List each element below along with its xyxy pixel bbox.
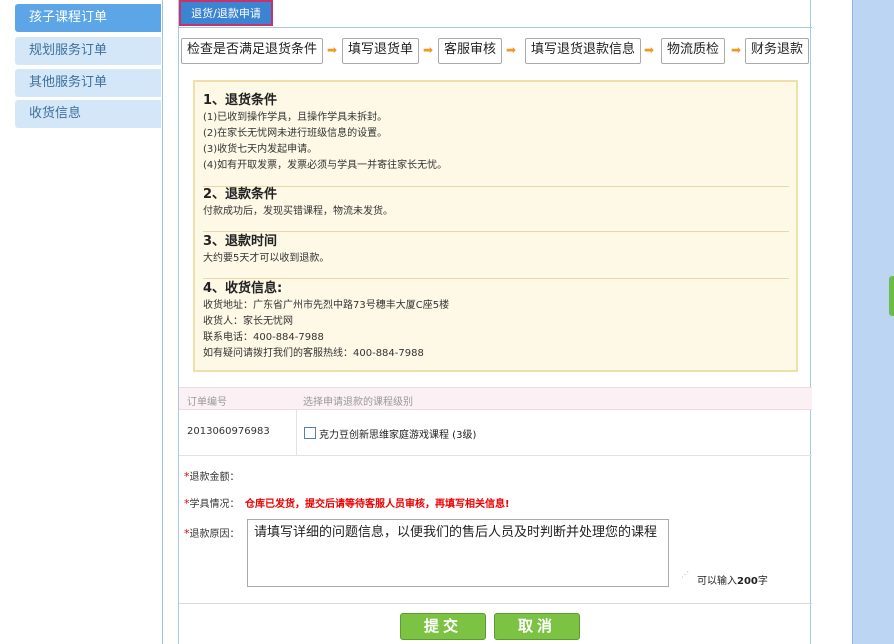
course-name-label: 克力豆创新思维家庭游戏课程 (3级): [319, 430, 477, 441]
side-tab-handle[interactable]: [889, 276, 894, 316]
column-header-order-id: 订单编号: [187, 397, 227, 408]
main-panel: 退货/退款申请 检查是否满足退货条件 ➡ 填写退货单 ➡ 客服审核 ➡ 填写退货…: [178, 0, 812, 644]
section-refund-time: 3、退款时间 大约要5天才可以收到退款。: [203, 233, 788, 267]
step-fill-refund-info: 填写退货退款信息: [525, 38, 642, 64]
order-id-cell: 2013060976983: [187, 426, 270, 437]
section-title: 1、退货条件: [203, 93, 278, 108]
policy-info-box: 1、退货条件 (1)已收到操作学具，且操作学具未拆封。 (2)在家长无忧网未进行…: [193, 80, 798, 372]
column-divider: [296, 410, 297, 456]
right-side-panel: [852, 0, 894, 644]
info-line: 大约要5天才可以收到退款。: [203, 253, 330, 264]
arrow-right-icon: ➡: [506, 43, 517, 57]
table-row: 2013060976983 克力豆创新思维家庭游戏课程 (3级): [179, 410, 812, 456]
char-count-value: 200: [737, 576, 758, 587]
info-line: 联系电话：400-884-7988: [203, 332, 324, 343]
tab-bar: 退货/退款申请: [179, 0, 812, 28]
step-finance-refund: 财务退款: [745, 38, 810, 64]
section-title: 3、退款时间: [203, 234, 278, 249]
info-line: 收货人：家长无忧网: [203, 316, 293, 327]
submit-button[interactable]: 提交: [400, 613, 486, 640]
kit-status-label: *学具情况：: [184, 495, 240, 510]
section-title: 4、收货信息:: [203, 281, 283, 296]
arrow-right-icon: ➡: [644, 43, 655, 57]
info-line: (2)在家长无忧网未进行班级信息的设置。: [203, 128, 388, 139]
section-title: 2、退款条件: [203, 187, 278, 202]
divider: [203, 278, 789, 279]
arrow-right-icon: ➡: [731, 43, 742, 57]
info-line: (1)已收到操作学具，且操作学具未拆封。: [203, 112, 388, 123]
info-line: (3)收货七天内发起申请。: [203, 144, 318, 155]
column-header-course-level: 选择申请退款的课程级别: [303, 397, 413, 408]
sidebar-item-planning-service-orders[interactable]: 规划服务订单: [15, 37, 161, 65]
step-check-conditions: 检查是否满足退货条件: [181, 38, 324, 64]
arrow-right-icon: ➡: [327, 43, 338, 57]
step-fill-return-form: 填写退货单: [342, 38, 420, 64]
char-count-hint: 可以输入200字: [697, 572, 768, 587]
tab-refund-request[interactable]: 退货/退款申请: [179, 0, 273, 26]
kit-status-warning: 仓库已发货，提交后请等待客服人员审核，再填写相关信息!: [245, 499, 510, 510]
cancel-button[interactable]: 取消: [494, 613, 580, 640]
refund-amount-text: 退款金额：: [189, 472, 240, 483]
step-logistics-inspection: 物流质检: [661, 38, 726, 64]
info-line: 收货地址：广东省广州市先烈中路73号穗丰大厦C座5楼: [203, 300, 450, 311]
sidebar: 孩子课程订单 规划服务订单 其他服务订单 收货信息: [0, 0, 163, 644]
char-count-prefix: 可以输入: [697, 576, 737, 587]
char-count-suffix: 字: [757, 576, 768, 587]
section-return-conditions: 1、退货条件 (1)已收到操作学具，且操作学具未拆封。 (2)在家长无忧网未进行…: [203, 92, 788, 174]
table-header: 订单编号 选择申请退款的课程级别: [179, 387, 812, 410]
step-service-review: 客服审核: [438, 38, 503, 64]
info-line: 如有疑问请拨打我们的客服热线：400-884-7988: [203, 348, 424, 359]
divider: [203, 231, 789, 232]
course-checkbox[interactable]: [304, 427, 316, 439]
info-line: (4)如有开取发票，发票必须与学具一并寄往家长无忧。: [203, 160, 448, 171]
arrow-right-icon: ➡: [423, 43, 434, 57]
info-line: 付款成功后，发现买错课程，物流未发货。: [203, 206, 393, 217]
divider: [179, 603, 812, 604]
sidebar-item-delivery-info[interactable]: 收货信息: [15, 100, 161, 128]
sidebar-item-child-course-orders[interactable]: 孩子课程订单: [15, 4, 161, 32]
section-delivery-info: 4、收货信息: 收货地址：广东省广州市先烈中路73号穗丰大厦C座5楼 收货人：家…: [203, 280, 788, 362]
refund-reason-label: *退款原因：: [184, 525, 240, 540]
refund-amount-label: *退款金额：: [184, 468, 240, 483]
refund-reason-textarea[interactable]: 请填写详细的问题信息，以便我们的售后人员及时判断并处理您的课程: [247, 519, 669, 587]
resize-grip-icon[interactable]: ⋰: [681, 570, 689, 579]
refund-reason-text: 退款原因：: [189, 529, 240, 540]
section-refund-conditions: 2、退款条件 付款成功后，发现买错课程，物流未发货。: [203, 186, 788, 220]
kit-status-text: 学具情况：: [189, 499, 240, 510]
sidebar-item-other-service-orders[interactable]: 其他服务订单: [15, 69, 161, 97]
